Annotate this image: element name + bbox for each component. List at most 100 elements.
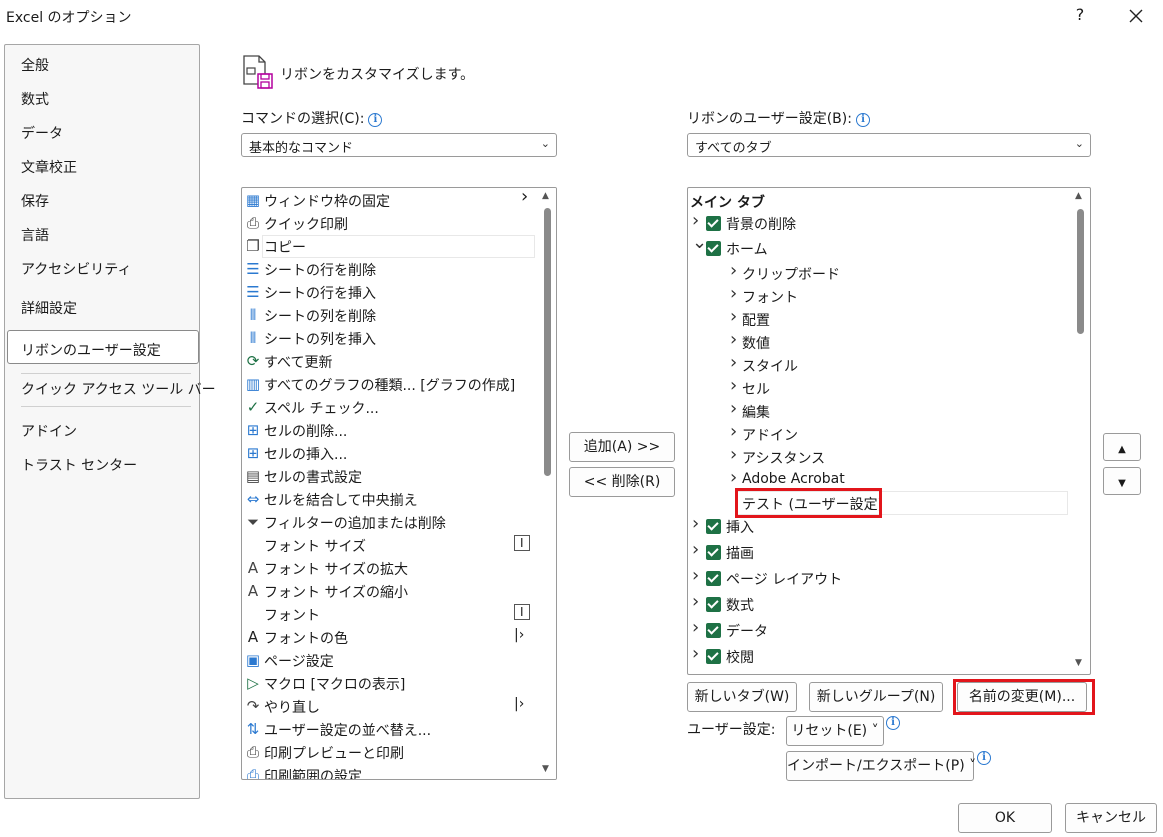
ribbon-tree-item[interactable]: › ページ レイアウト (688, 565, 1070, 592)
remove-button[interactable]: << 削除(R) (569, 467, 675, 497)
ribbon-tree-scrollbar[interactable]: ▲ ▼ (1072, 188, 1089, 674)
command-list-item[interactable]: A フォントの色 |› (242, 626, 538, 649)
expand-chevron-icon[interactable]: › (730, 306, 737, 327)
expand-chevron-icon[interactable]: › (730, 375, 737, 396)
nav-item-save[interactable]: 保存 (21, 191, 49, 211)
command-list-item[interactable]: ⊞ セルの削除... (242, 419, 538, 442)
commands-scrollbar[interactable]: ▲ ▼ (539, 188, 556, 779)
nav-item-proofing[interactable]: 文章校正 (21, 157, 77, 177)
command-list-item[interactable]: ▦ ウィンドウ枠の固定 › (242, 188, 538, 212)
move-up-button[interactable]: ▲ (1103, 433, 1141, 461)
command-list-item[interactable]: ▷ マクロ [マクロの表示] (242, 672, 538, 695)
command-list-item[interactable]: ❐ コピー (242, 235, 538, 258)
expand-chevron-icon[interactable]: › (730, 260, 737, 281)
scroll-down-icon[interactable]: ▼ (1075, 658, 1082, 668)
expand-chevron-icon[interactable]: › (692, 539, 699, 560)
expand-chevron-icon[interactable]: › (730, 352, 737, 373)
commands-list[interactable]: ▦ ウィンドウ枠の固定 › ⎙ クイック印刷 ❐ コピー ☰ シートの行を削除 ☰ シートの行を挿入… (241, 187, 557, 780)
info-icon[interactable]: i (368, 113, 383, 127)
tab-checkbox[interactable] (706, 545, 721, 560)
reset-button[interactable]: リセット(E) ˅ (786, 716, 884, 746)
expand-chevron-icon[interactable]: › (730, 421, 737, 442)
command-list-item[interactable]: ▥ すべてのグラフの種類... [グラフの作成] (242, 373, 538, 396)
nav-item-general[interactable]: 全般 (21, 55, 49, 75)
tab-checkbox[interactable] (706, 519, 721, 534)
expand-chevron-icon[interactable]: › (692, 617, 699, 638)
command-list-item[interactable]: ⏷ フィルターの追加または削除 (242, 511, 538, 534)
close-icon[interactable] (1122, 2, 1150, 30)
tab-checkbox[interactable] (706, 571, 721, 586)
ribbon-tree-item[interactable]: › 背景の削除 (688, 210, 1070, 237)
scroll-thumb[interactable] (544, 208, 551, 476)
tab-checkbox[interactable] (706, 623, 721, 638)
command-list-item[interactable]: ▣ ページ設定 (242, 649, 538, 672)
command-list-item[interactable]: フォント I (242, 603, 538, 626)
command-list-item[interactable]: ⎙ クイック印刷 (242, 212, 538, 235)
command-list-item[interactable]: ↷ やり直し |› (242, 695, 538, 718)
nav-item-quick-access-toolbar[interactable]: クイック アクセス ツール バー (21, 379, 216, 399)
ribbon-tree-item[interactable]: › データ (688, 617, 1070, 644)
nav-item-customize-ribbon[interactable]: リボンのユーザー設定 (21, 340, 161, 360)
scroll-up-icon[interactable]: ▲ (1075, 191, 1082, 201)
expand-chevron-icon[interactable]: › (730, 444, 737, 465)
command-list-item[interactable]: ✓ スペル チェック... (242, 396, 538, 419)
new-tab-button[interactable]: 新しいタブ(W) (687, 682, 797, 712)
expand-chevron-icon[interactable]: › (692, 591, 699, 612)
tab-checkbox[interactable] (706, 216, 721, 231)
cancel-button[interactable]: キャンセル (1065, 803, 1157, 833)
command-list-item[interactable]: フォント サイズ I (242, 534, 538, 557)
ribbon-tree-item[interactable]: › 数式 (688, 591, 1070, 618)
command-list-item[interactable]: A フォント サイズの縮小 (242, 580, 538, 603)
info-icon[interactable]: i (886, 716, 900, 730)
command-list-item[interactable]: ⎙ 印刷プレビューと印刷 (242, 741, 538, 764)
nav-item-advanced[interactable]: 詳細設定 (21, 298, 77, 318)
command-list-item[interactable]: ⇅ ユーザー設定の並べ替え... (242, 718, 538, 741)
move-down-button[interactable]: ▼ (1103, 467, 1141, 495)
command-list-item[interactable]: ☰ シートの行を挿入 (242, 281, 538, 304)
add-button[interactable]: 追加(A) >> (569, 432, 675, 462)
scroll-up-icon[interactable]: ▲ (542, 191, 549, 201)
nav-item-addins[interactable]: アドイン (21, 421, 77, 441)
new-group-button[interactable]: 新しいグループ(N) (809, 682, 943, 712)
tab-checkbox[interactable] (706, 597, 721, 612)
expand-chevron-icon[interactable]: › (730, 329, 737, 350)
command-list-item[interactable]: ⟳ すべて更新 (242, 350, 538, 373)
help-button[interactable]: ? (1070, 5, 1090, 24)
expand-chevron-icon[interactable]: › (730, 283, 737, 304)
info-icon[interactable]: i (855, 113, 870, 127)
nav-item-data[interactable]: データ (21, 123, 63, 143)
expand-chevron-icon[interactable]: › (730, 398, 737, 419)
expand-chevron-icon[interactable]: › (692, 210, 699, 231)
import-export-button[interactable]: インポート/エクスポート(P) ˅ (786, 751, 976, 781)
nav-item-language[interactable]: 言語 (21, 225, 49, 245)
ok-button[interactable]: OK (958, 803, 1052, 833)
collapse-chevron-icon[interactable]: ⌄ (692, 232, 707, 253)
nav-item-accessibility[interactable]: アクセシビリティ (21, 259, 131, 279)
expand-chevron-icon[interactable]: › (692, 513, 699, 534)
command-list-item[interactable]: ▤ セルの書式設定 (242, 465, 538, 488)
nav-item-trust-center[interactable]: トラスト センター (21, 455, 137, 475)
command-list-item[interactable]: ⊞ セルの挿入... (242, 442, 538, 465)
command-list-item[interactable]: ⎙ 印刷範囲の設定 (242, 764, 538, 779)
nav-item-formulas[interactable]: 数式 (21, 89, 49, 109)
scroll-down-icon[interactable]: ▼ (542, 764, 549, 774)
command-source-combo[interactable]: 基本的なコマンド ⌄ (241, 133, 557, 157)
command-list-item[interactable]: ⇔ セルを結合して中央揃え (242, 488, 538, 511)
ribbon-target-combo[interactable]: すべてのタブ ⌄ (687, 133, 1091, 157)
info-icon[interactable]: i (977, 751, 991, 765)
expand-chevron-icon[interactable]: › (692, 643, 699, 664)
tab-checkbox[interactable] (706, 241, 721, 256)
command-list-item[interactable]: ☰ シートの行を削除 (242, 258, 538, 281)
command-label: クイック印刷 (264, 217, 348, 233)
expand-chevron-icon[interactable]: › (692, 565, 699, 586)
ribbon-tree-item[interactable]: › 校閲 (688, 643, 1070, 670)
command-list-item[interactable]: ⫴ シートの列を削除 (242, 304, 538, 327)
ribbon-tree[interactable]: メイン タブ › 背景の削除 ⌄ ホーム › クリップボード › フォント › 配置 › 数値 › スタイル… (687, 187, 1091, 675)
command-list-item[interactable]: A フォント サイズの拡大 (242, 557, 538, 580)
scroll-thumb[interactable] (1077, 209, 1084, 334)
tab-checkbox[interactable] (706, 649, 721, 664)
ribbon-tree-item[interactable]: › 描画 (688, 539, 1070, 566)
expand-chevron-icon[interactable]: › (730, 467, 737, 488)
ribbon-tree-item[interactable]: ⌄ ホーム (688, 232, 1070, 262)
command-list-item[interactable]: ⫴ シートの列を挿入 (242, 327, 538, 350)
